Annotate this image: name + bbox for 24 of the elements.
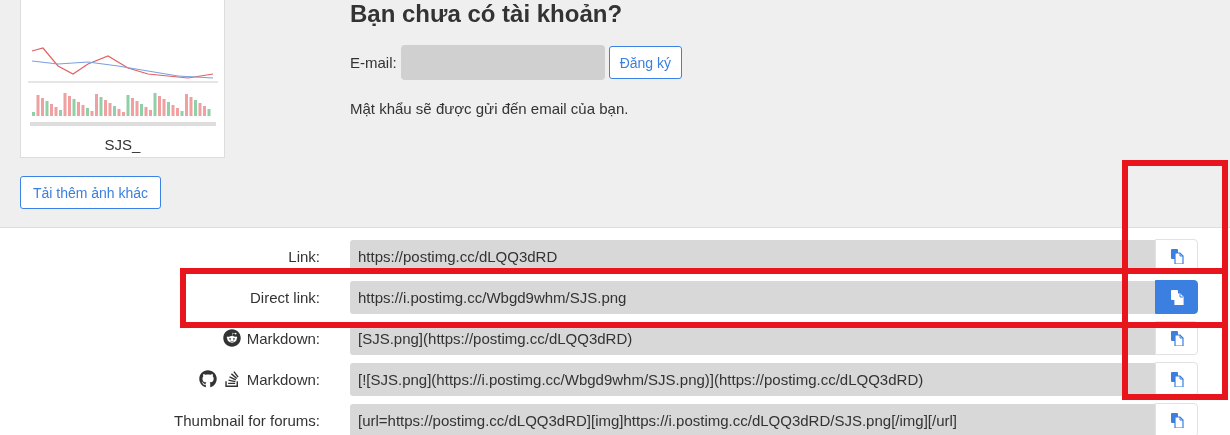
github-icon [198,370,217,388]
copy-icon [1169,248,1184,264]
copy-icon [1169,289,1184,305]
link-field[interactable]: [![SJS.png](https://i.postimg.cc/Wbgd9whm/SJS.png)](https://postimg.cc/dLQQ3dRD) [350,362,1155,396]
password-note: Mật khẩu sẽ được gửi đến email của bạn. [350,100,630,117]
upload-more-button[interactable]: Tải thêm ảnh khác [20,176,161,209]
link-label: Markdown: [246,370,320,388]
link-field[interactable]: [url=https://postimg.cc/dLQQ3dRD][img]https://i.postimg.cc/dLQQ3dRD/SJS.png[/img][/url] [350,403,1155,435]
link-label: Thumbnail for forums: [174,411,320,429]
copy-icon [1169,412,1184,428]
copy-icon [1169,371,1184,387]
email-field[interactable] [400,45,605,80]
link-label: Link: [288,247,320,265]
copy-icon [1169,330,1184,346]
email-label: E-mail: [350,54,397,71]
link-label: Direct link: [250,288,320,306]
link-field[interactable]: https://i.postimg.cc/Wbgd9whm/SJS.png [350,280,1155,314]
signup-button[interactable]: Đăng ký [608,46,683,79]
link-label: Markdown: [246,329,320,347]
copy-button[interactable] [1155,280,1198,314]
reddit-icon [222,329,241,347]
stack-overflow-icon [222,370,241,388]
image-caption: SJS_ [104,136,141,153]
signup-title: Bạn chưa có tài khoản? [350,0,624,28]
